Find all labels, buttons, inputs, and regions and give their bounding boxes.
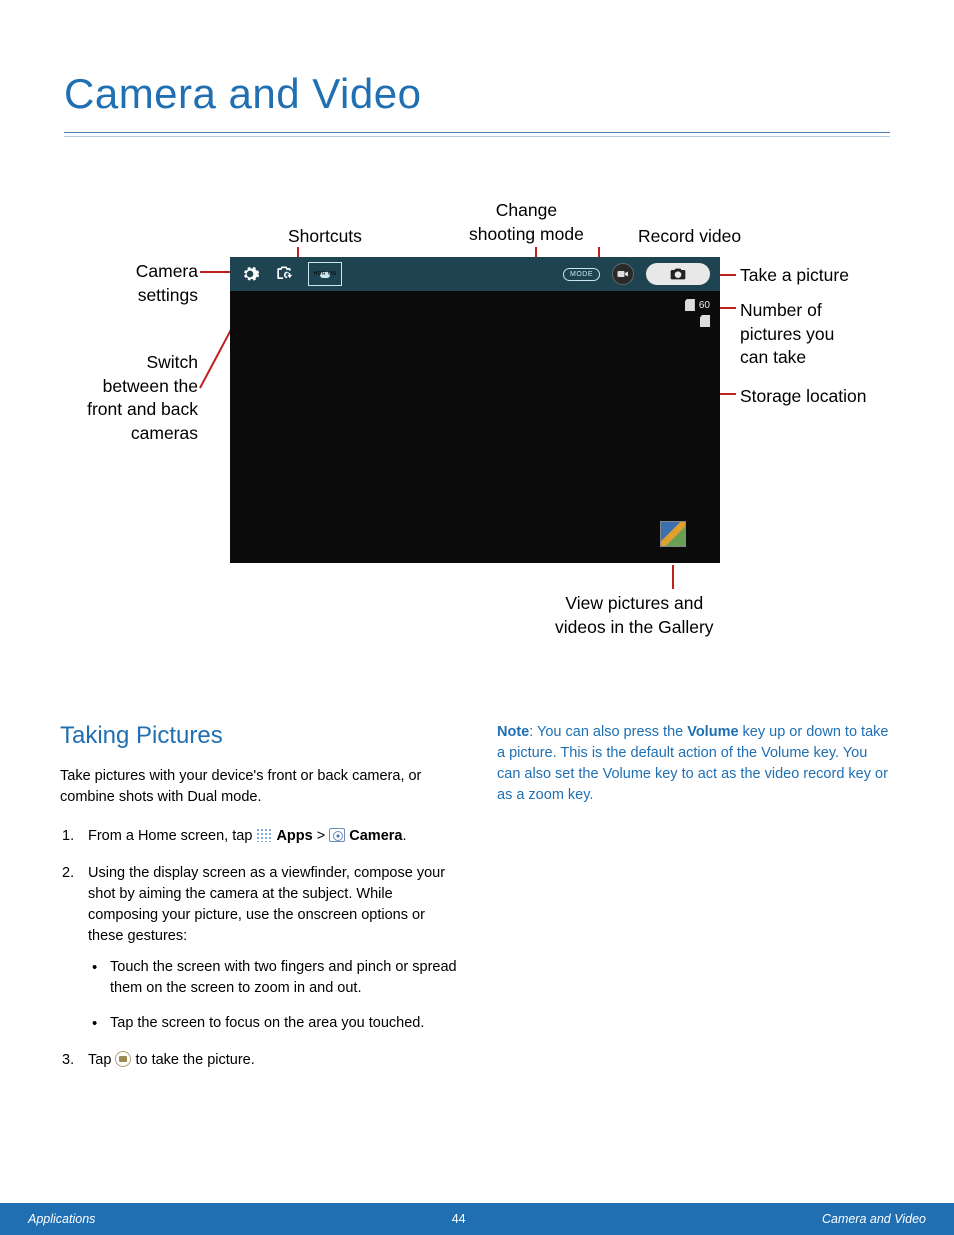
picture-count-value: 60 bbox=[699, 300, 710, 311]
picture-count: 60 bbox=[685, 299, 710, 311]
line bbox=[720, 393, 736, 395]
left-column: Taking Pictures Take pictures with your … bbox=[60, 722, 457, 1087]
page-title: Camera and Video bbox=[0, 0, 954, 132]
footer-left: Applications bbox=[28, 1212, 95, 1226]
storage-sd-icon bbox=[700, 315, 710, 327]
title-rule-2 bbox=[64, 136, 890, 137]
label-shortcuts: Shortcuts bbox=[288, 225, 362, 249]
apps-icon bbox=[256, 828, 272, 842]
switch-camera-icon[interactable] bbox=[274, 264, 294, 284]
label-num-pictures: Number of pictures you can take bbox=[740, 299, 834, 370]
step1-camera: Camera bbox=[349, 828, 402, 844]
intro-text: Take pictures with your device's front o… bbox=[60, 766, 457, 808]
step3-post: to take the picture. bbox=[135, 1052, 254, 1068]
step1-pre: From a Home screen, tap bbox=[88, 828, 256, 844]
bullet-2: Tap the screen to focus on the area you … bbox=[88, 1013, 457, 1034]
sd-card-icon bbox=[685, 299, 695, 311]
label-view-gallery: View pictures and videos in the Gallery bbox=[555, 592, 714, 639]
note-text: Note: You can also press the Volume key … bbox=[497, 722, 894, 806]
label-camera-settings: Camera settings bbox=[58, 260, 198, 307]
gesture-bullets: Touch the screen with two fingers and pi… bbox=[88, 957, 457, 1034]
note-prefix: Note bbox=[497, 724, 529, 740]
step3-pre: Tap bbox=[88, 1052, 115, 1068]
camera-topbar: HDR ON MODE bbox=[230, 257, 720, 291]
right-column: Note: You can also press the Volume key … bbox=[497, 722, 894, 1087]
step1-post: . bbox=[402, 828, 406, 844]
step-2: Using the display screen as a viewfinder… bbox=[60, 863, 457, 1034]
gear-icon[interactable] bbox=[240, 264, 260, 284]
mode-button[interactable]: MODE bbox=[563, 268, 600, 281]
title-rule-1 bbox=[64, 132, 890, 133]
step2-text: Using the display screen as a viewfinder… bbox=[88, 865, 445, 944]
section-heading: Taking Pictures bbox=[60, 722, 457, 750]
step1-gt: > bbox=[317, 828, 330, 844]
record-video-button[interactable] bbox=[612, 263, 634, 285]
label-record-video: Record video bbox=[638, 225, 741, 249]
label-switch-cameras: Switch between the front and back camera… bbox=[58, 351, 198, 446]
label-take-picture: Take a picture bbox=[740, 264, 849, 288]
footer-right: Camera and Video bbox=[822, 1212, 926, 1226]
shutter-icon bbox=[115, 1051, 131, 1067]
hdr-icon[interactable]: HDR ON bbox=[308, 262, 342, 286]
camera-diagram: Shortcuts Change shooting mode Record vi… bbox=[0, 187, 954, 667]
footer-page-number: 44 bbox=[452, 1212, 466, 1226]
label-storage-location: Storage location bbox=[740, 385, 866, 409]
content-columns: Taking Pictures Take pictures with your … bbox=[60, 722, 894, 1087]
note-t1: : You can also press the bbox=[529, 724, 687, 740]
camera-viewfinder: HDR ON MODE 60 bbox=[230, 257, 720, 563]
step-3: Tap to take the picture. bbox=[60, 1050, 457, 1071]
label-change-mode: Change shooting mode bbox=[469, 199, 584, 246]
steps-list: From a Home screen, tap Apps > Camera. U… bbox=[60, 826, 457, 1071]
page-footer: Applications 44 Camera and Video bbox=[0, 1203, 954, 1235]
shutter-button[interactable] bbox=[646, 263, 710, 285]
note-volume: Volume bbox=[687, 724, 738, 740]
line bbox=[672, 565, 674, 589]
gallery-thumbnail[interactable] bbox=[660, 521, 686, 547]
step1-apps: Apps bbox=[276, 828, 312, 844]
step-1: From a Home screen, tap Apps > Camera. bbox=[60, 826, 457, 847]
bullet-1: Touch the screen with two fingers and pi… bbox=[88, 957, 457, 999]
camera-icon bbox=[329, 828, 345, 842]
